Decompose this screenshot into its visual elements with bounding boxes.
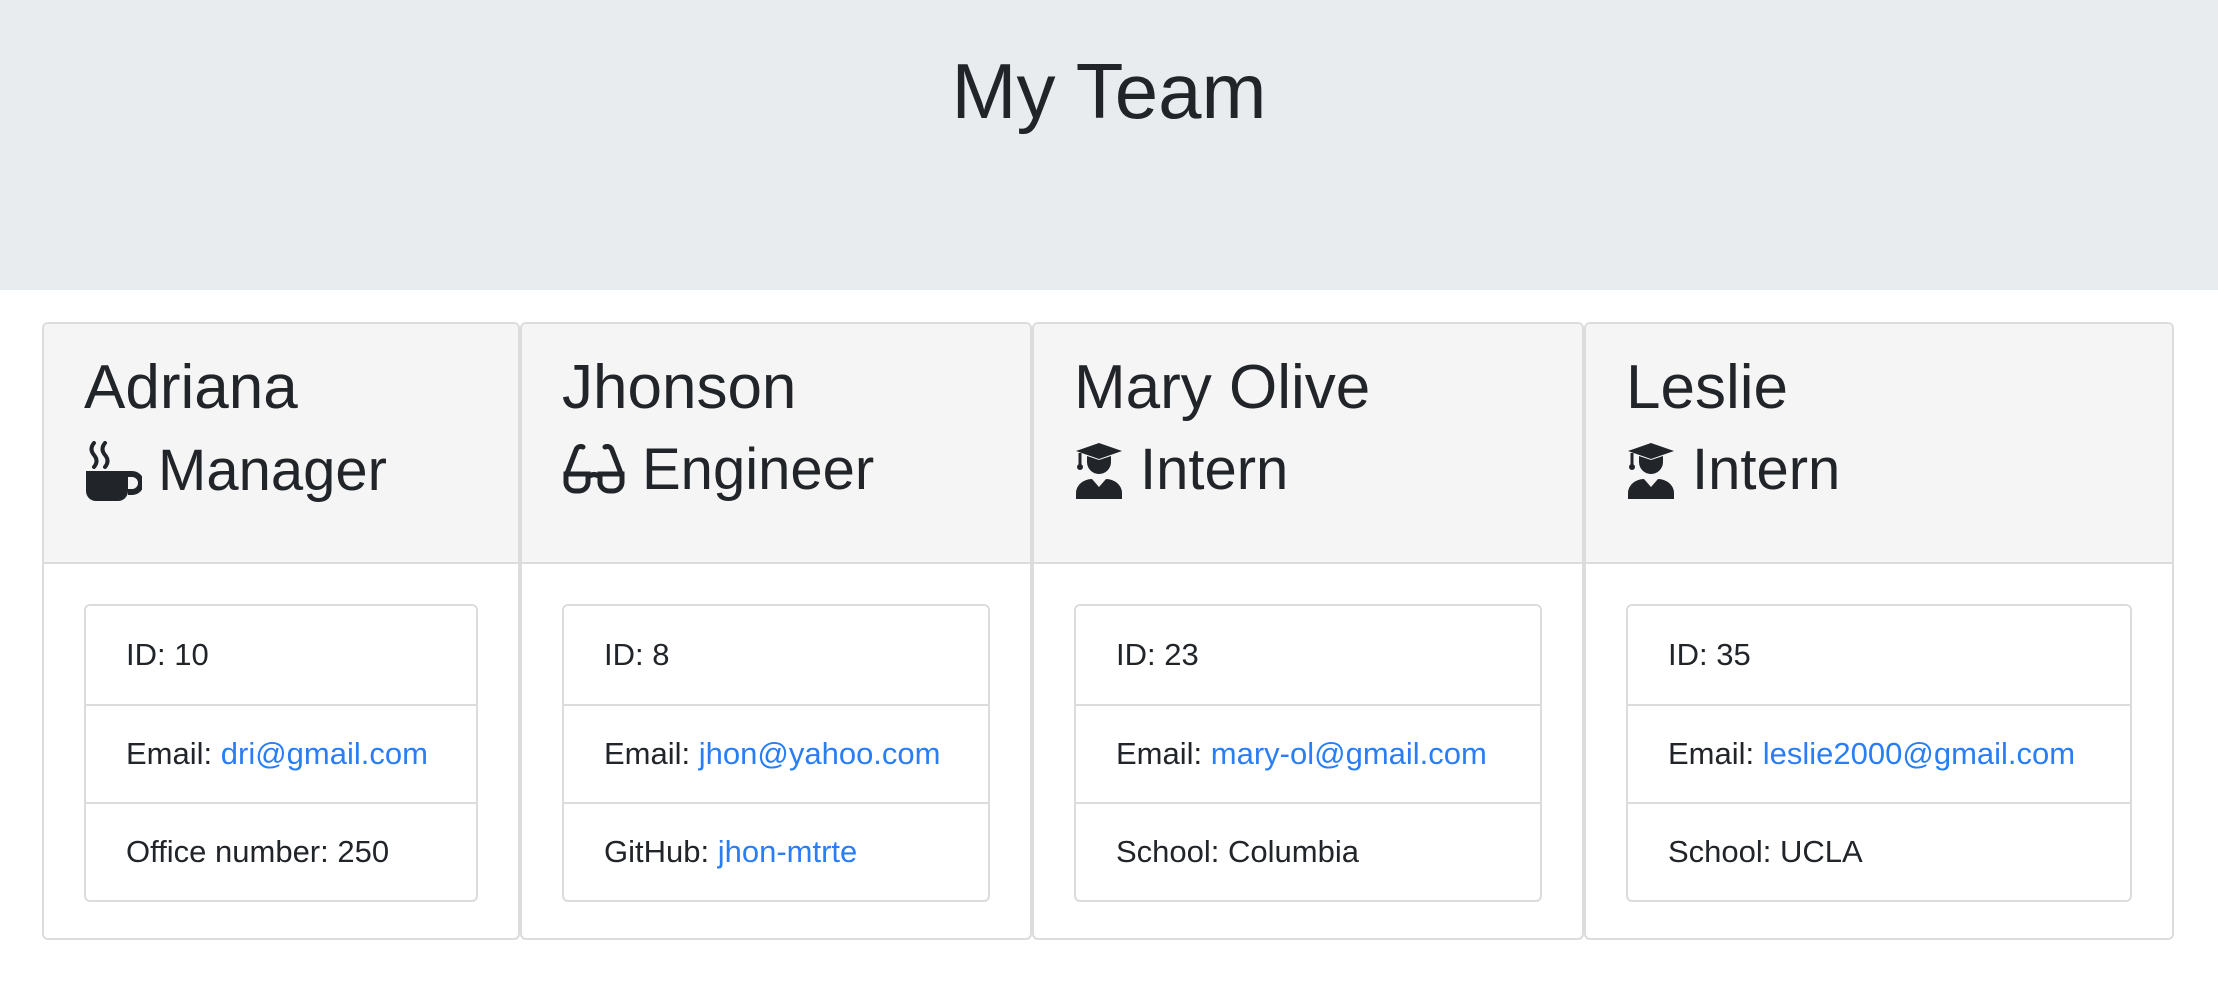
employee-card-engineer: Jhonson Engineer ID: 8 Email: jhon@yahoo… xyxy=(520,322,1032,940)
email-link[interactable]: jhon@yahoo.com xyxy=(699,736,941,772)
email-link[interactable]: mary-ol@gmail.com xyxy=(1211,736,1487,772)
graduate-icon xyxy=(1074,441,1124,500)
card-header: Mary Olive Intern xyxy=(1034,324,1582,564)
employee-name: Mary Olive xyxy=(1074,353,1371,422)
email-link[interactable]: leslie2000@gmail.com xyxy=(1763,736,2075,772)
github-link[interactable]: jhon-mtrte xyxy=(718,834,858,870)
role-label: Intern xyxy=(1692,437,1841,503)
header-jumbotron: My Team xyxy=(0,0,2218,290)
employee-card-intern: Mary Olive Intern ID: 23 Email: mary-ol@… xyxy=(1032,322,1584,940)
employee-id: ID: 8 xyxy=(604,637,670,672)
role-label: Manager xyxy=(158,438,387,504)
github-label: GitHub: xyxy=(604,834,710,869)
page-title: My Team xyxy=(951,47,1267,135)
employee-info-list: ID: 10 Email: dri@gmail.com Office numbe… xyxy=(84,604,478,902)
email-label: Email: xyxy=(1668,736,1755,771)
school: School: Columbia xyxy=(1076,802,1540,900)
school: School: UCLA xyxy=(1628,802,2130,900)
email-label: Email: xyxy=(1116,736,1203,771)
employee-role: Intern xyxy=(1626,437,2172,503)
role-label: Engineer xyxy=(642,437,875,503)
employee-email-row: Email: leslie2000@gmail.com xyxy=(1628,704,2130,802)
card-header: Leslie Intern xyxy=(1586,324,2172,564)
office-number: Office number: 250 xyxy=(86,802,476,900)
employee-role: Engineer xyxy=(562,441,1030,499)
coffee-icon xyxy=(84,441,142,502)
github-row: GitHub: jhon-mtrte xyxy=(564,802,988,900)
employee-email-row: Email: mary-ol@gmail.com xyxy=(1076,704,1540,802)
employee-id: ID: 10 xyxy=(126,637,209,672)
employee-card-manager: Adriana Manager ID: 10 Email: dri@gmail.… xyxy=(42,322,520,940)
email-link[interactable]: dri@gmail.com xyxy=(221,736,428,772)
email-label: Email: xyxy=(604,736,691,771)
email-label: Email: xyxy=(126,736,213,771)
employee-email-row: Email: jhon@yahoo.com xyxy=(564,704,988,802)
employee-info-list: ID: 35 Email: leslie2000@gmail.com Schoo… xyxy=(1626,604,2132,902)
employee-info-list: ID: 8 Email: jhon@yahoo.com GitHub: jhon… xyxy=(562,604,990,902)
employee-id: ID: 23 xyxy=(1116,637,1199,672)
role-label: Intern xyxy=(1140,437,1289,503)
employee-name: Jhonson xyxy=(562,353,797,422)
employee-name: Adriana xyxy=(84,353,298,422)
employee-email-row: Email: dri@gmail.com xyxy=(86,704,476,802)
employee-role: Intern xyxy=(1074,437,1582,503)
glasses-icon xyxy=(562,444,626,496)
employee-role: Manager xyxy=(84,438,518,504)
card-header: Adriana Manager xyxy=(44,324,518,564)
card-header: Jhonson Engineer xyxy=(522,324,1030,564)
graduate-icon xyxy=(1626,441,1676,500)
employee-id: ID: 35 xyxy=(1668,637,1751,672)
employee-name: Leslie xyxy=(1626,353,1788,422)
employee-info-list: ID: 23 Email: mary-ol@gmail.com School: … xyxy=(1074,604,1542,902)
employee-card-intern: Leslie Intern ID: 35 Email: leslie2000@g… xyxy=(1584,322,2174,940)
